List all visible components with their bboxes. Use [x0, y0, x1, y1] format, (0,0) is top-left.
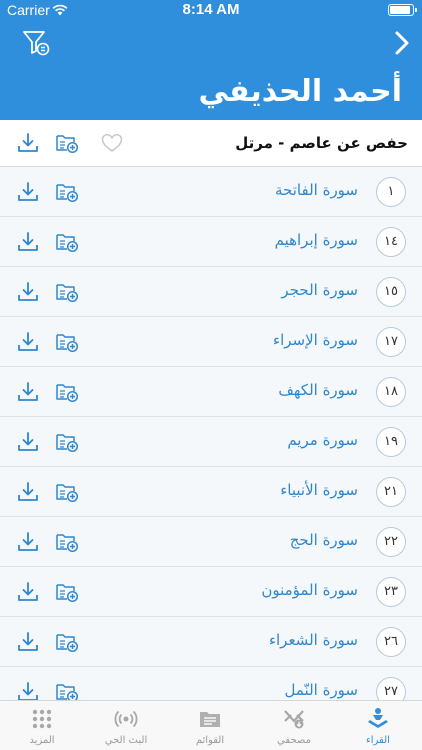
sura-row[interactable]: سورة المؤمنون ٢٣: [0, 567, 422, 617]
sura-number: ١٩: [376, 427, 406, 457]
tab-label: مصحفي: [277, 735, 311, 746]
broadcast-icon: [114, 710, 138, 728]
tab-label: البث الحي: [104, 735, 148, 746]
sura-number: ١٨: [376, 377, 406, 407]
sura-number: ١٧: [376, 327, 406, 357]
heart-icon[interactable]: [101, 133, 123, 153]
sura-list: سورة الفاتحة ١ سورة إبراهيم ١٤ سورة الحجر ١٥ س…: [0, 167, 422, 700]
add-to-playlist-icon[interactable]: [55, 481, 79, 503]
tab-more[interactable]: المزيد: [0, 701, 84, 750]
tab-mushaf[interactable]: مصحفي: [252, 701, 336, 750]
download-icon[interactable]: [17, 481, 39, 503]
battery-icon: [388, 4, 417, 16]
sura-row[interactable]: سورة الفاتحة ١: [0, 167, 422, 217]
sura-name: سورة الأنبياء: [280, 481, 358, 499]
download-icon[interactable]: [17, 281, 39, 303]
filter-icon[interactable]: [22, 29, 50, 57]
grid-dots-icon: [32, 709, 52, 729]
sura-name: سورة النّمل: [284, 681, 358, 699]
riwaya-row: حفص عن عاصم - مرتل: [0, 120, 422, 167]
add-to-playlist-icon[interactable]: [55, 581, 79, 603]
tab-label: القراء: [366, 735, 390, 746]
download-icon[interactable]: [17, 431, 39, 453]
sura-name: سورة الحج: [289, 531, 358, 549]
chevron-right-icon[interactable]: [392, 30, 412, 56]
sura-number: ٢٧: [376, 677, 406, 700]
sura-number: ١: [376, 177, 406, 207]
sura-number: ٢٢: [376, 527, 406, 557]
sura-row[interactable]: سورة الحجر ١٥: [0, 267, 422, 317]
tab-label: المزيد: [29, 735, 55, 746]
sura-name: سورة الحجر: [281, 281, 358, 299]
status-bar: Carrier 8:14 AM: [0, 0, 422, 22]
add-to-playlist-icon[interactable]: [55, 381, 79, 403]
sura-row[interactable]: سورة الشعراء ٢٦: [0, 617, 422, 667]
playlist-folder-icon: [200, 712, 220, 727]
riwaya-label: حفص عن عاصم - مرتل: [235, 134, 408, 152]
tab-playlists[interactable]: القوائم: [168, 701, 252, 750]
download-icon[interactable]: [17, 231, 39, 253]
download-icon[interactable]: [17, 681, 39, 700]
add-to-playlist-icon[interactable]: [55, 631, 79, 653]
add-to-playlist-icon[interactable]: [55, 681, 79, 700]
sura-number: ١٥: [376, 277, 406, 307]
tab-label: القوائم: [195, 735, 225, 746]
add-to-playlist-icon[interactable]: [55, 231, 79, 253]
download-icon[interactable]: [17, 381, 39, 403]
download-icon[interactable]: [17, 581, 39, 603]
sura-row[interactable]: سورة الكهف ١٨: [0, 367, 422, 417]
sura-row[interactable]: سورة الإسراء ١٧: [0, 317, 422, 367]
reader-icon: [368, 708, 388, 728]
add-to-playlist-icon[interactable]: [55, 431, 79, 453]
sura-number: ٢٦: [376, 627, 406, 657]
sura-row[interactable]: سورة الحج ٢٢: [0, 517, 422, 567]
sura-row[interactable]: سورة إبراهيم ١٤: [0, 217, 422, 267]
sura-row[interactable]: سورة الأنبياء ٢١: [0, 467, 422, 517]
sura-number: ٢١: [376, 477, 406, 507]
add-to-playlist-icon[interactable]: [55, 181, 79, 203]
status-time: 8:14 AM: [182, 1, 240, 18]
add-to-playlist-icon[interactable]: [55, 531, 79, 553]
download-all-icon[interactable]: [17, 132, 39, 154]
sura-name: سورة إبراهيم: [274, 231, 358, 249]
page-title: أحمد الحذيفي: [198, 74, 403, 109]
sura-name: سورة الفاتحة: [275, 181, 358, 199]
tab-readers[interactable]: القراء: [336, 701, 420, 750]
download-icon[interactable]: [17, 631, 39, 653]
add-to-playlist-icon[interactable]: [55, 331, 79, 353]
download-icon[interactable]: [17, 531, 39, 553]
sura-name: سورة الإسراء: [273, 331, 358, 349]
sura-name: سورة الكهف: [278, 381, 358, 399]
add-to-playlist-icon[interactable]: [55, 132, 79, 154]
add-to-playlist-icon[interactable]: [55, 281, 79, 303]
sura-row[interactable]: سورة النّمل ٢٧: [0, 667, 422, 700]
app-header: Carrier 8:14 AM أحمد الحذيفي: [0, 0, 422, 120]
download-icon[interactable]: [17, 331, 39, 353]
sura-name: سورة مريم: [287, 431, 358, 449]
tab-bar: المزيد البث الحي القوائم مصحفي القراء: [0, 700, 422, 750]
sura-name: سورة الشعراء: [268, 631, 358, 649]
tab-live[interactable]: البث الحي: [84, 701, 168, 750]
sura-row[interactable]: سورة مريم ١٩: [0, 417, 422, 467]
sura-number: ١٤: [376, 227, 406, 257]
download-icon[interactable]: [17, 181, 39, 203]
sura-name: سورة المؤمنون: [261, 581, 358, 599]
mushaf-icon: [284, 710, 304, 729]
sura-number: ٢٣: [376, 577, 406, 607]
